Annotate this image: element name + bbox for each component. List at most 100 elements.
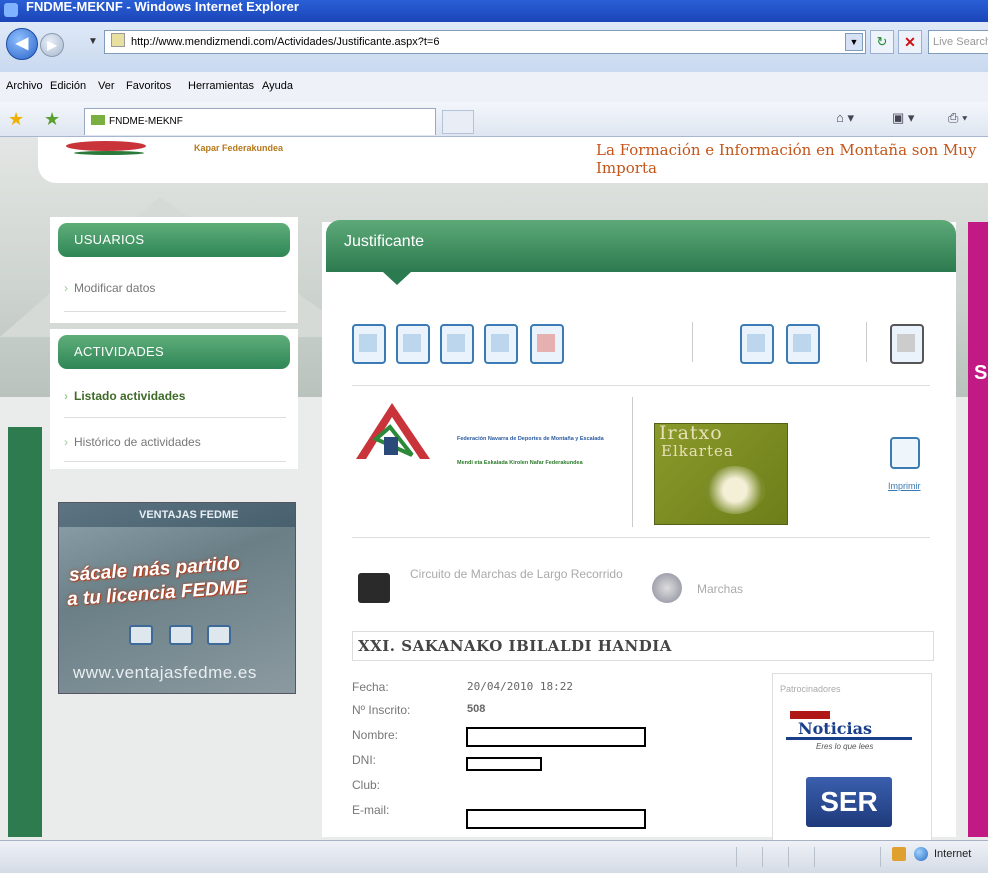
tab-fndme[interactable]: FNDME-MEKNF	[84, 108, 436, 135]
org-name-basque: Kapar Federakundea	[194, 143, 284, 153]
add-favorites-icon[interactable]: ★	[44, 109, 60, 130]
ser-sponsor-logo[interactable]: SER	[806, 777, 892, 827]
toolbar-separator	[692, 322, 693, 362]
address-dropdown-icon[interactable]: ▼	[845, 33, 863, 51]
address-input[interactable]: http://www.mendizmendi.com/Actividades/J…	[104, 30, 866, 54]
divider	[64, 461, 286, 462]
actividades-panel: ACTIVIDADES › Listado actividades › Histór…	[50, 329, 298, 469]
inscrito-label: Nº Inscrito:	[352, 703, 411, 717]
shield-icon	[129, 625, 153, 645]
card-icon	[169, 625, 193, 645]
federation-name-eu: Mendi eta Eskalada Kirolen Nafar Federak…	[457, 460, 583, 466]
recent-pages-dropdown-icon[interactable]: ▼	[88, 36, 98, 47]
fecha-value: 20/04/2010 18:22	[467, 680, 573, 693]
divider	[64, 417, 286, 418]
edit-document-icon[interactable]	[530, 324, 564, 364]
ventajas-fedme-banner[interactable]: VENTAJAS FEDME sácale más partido a tu l…	[58, 502, 296, 694]
favorites-star-icon[interactable]: ★	[8, 109, 24, 130]
header-pointer	[383, 272, 411, 285]
email-icon[interactable]	[786, 324, 820, 364]
new-tab-button[interactable]	[442, 110, 474, 134]
inscrito-value: 508	[467, 703, 486, 715]
fecha-label: Fecha:	[352, 680, 389, 694]
print-toolbar-icon[interactable]: ⎙ ▾	[948, 110, 967, 126]
web-icon[interactable]	[740, 324, 774, 364]
toolbar-separator	[866, 322, 867, 362]
menu-edicion[interactable]: Edición	[50, 80, 86, 92]
dni-redacted-value	[466, 757, 542, 771]
banner-header-text: VENTAJAS FEDME	[139, 509, 239, 521]
status-bar	[0, 840, 988, 873]
site-logo	[66, 141, 146, 151]
menu-archivo[interactable]: Archivo	[6, 80, 43, 92]
site-logo-accent	[74, 151, 144, 155]
document-list-icon[interactable]	[396, 324, 430, 364]
federation-logo	[356, 403, 430, 459]
left-accent-strip	[8, 427, 42, 837]
page-title: Justificante	[344, 233, 425, 250]
sidebar-item-modificar-datos[interactable]: › Modificar datos	[64, 281, 155, 295]
menu-ver[interactable]: Ver	[98, 80, 115, 92]
window-titlebar: FNDME-MEKNF - Windows Internet Explorer	[0, 0, 988, 22]
banner-url: www.ventajasfedme.es	[73, 663, 257, 682]
pen-close-icon[interactable]	[890, 324, 924, 364]
sidebar-item-listado-actividades[interactable]: › Listado actividades	[64, 389, 185, 403]
page-icon	[111, 33, 125, 47]
club-label: Club:	[352, 778, 381, 792]
feeds-icon[interactable]: ▣ ▾	[892, 110, 914, 126]
nombre-redacted-value	[466, 727, 646, 747]
home-icon[interactable]: ⌂ ▾	[836, 110, 854, 126]
zone-label: Internet	[934, 848, 972, 860]
forward-button[interactable]: ▶	[40, 33, 64, 57]
logo-separator	[632, 397, 633, 527]
tab-label: FNDME-MEKNF	[109, 116, 183, 127]
menu-herramientas[interactable]: Herramientas	[188, 80, 254, 92]
noticias-sponsor-logo[interactable]: Noticias Eres lo que lees	[786, 709, 912, 759]
usuarios-panel: USUARIOS › Modificar datos	[50, 217, 298, 323]
print-link[interactable]: Imprimir	[888, 481, 921, 491]
security-zone-icon[interactable]	[892, 847, 906, 861]
globe-icon	[914, 847, 928, 861]
dni-label: DNI:	[352, 753, 376, 767]
email-label: E-mail:	[352, 803, 390, 817]
marchas-label: Marchas	[697, 582, 744, 596]
usuarios-heading: USUARIOS	[58, 223, 290, 257]
stop-button[interactable]: ✕	[898, 30, 922, 54]
circuit-label: Circuito de Marchas de Largo Recorrido	[410, 567, 623, 581]
banner-header: VENTAJAS FEDME	[59, 503, 295, 527]
menu-ayuda[interactable]: Ayuda	[262, 80, 293, 92]
favorites-bar: ★ ★ FNDME-MEKNF ⌂ ▾ ▣ ▾ ⎙ ▾	[0, 102, 988, 137]
iratxo-logo: Iratxo Elkartea	[654, 423, 788, 525]
site-slogan: La Formación e Información en Montaña so…	[596, 141, 977, 177]
sidebar-item-historico[interactable]: › Histórico de actividades	[64, 435, 201, 449]
printer-icon[interactable]	[890, 437, 920, 469]
web-page: Kapar Federakundea La Formación e Inform…	[0, 137, 988, 840]
sponsors-label: Patrocinadores	[780, 684, 841, 694]
back-button[interactable]: ◀	[6, 28, 38, 60]
site-favicon-icon	[91, 115, 105, 125]
divider	[352, 385, 930, 386]
sidebar-item-label: Listado actividades	[74, 389, 186, 403]
sidebar-item-label: Histórico de actividades	[74, 435, 201, 449]
hiker-icon	[358, 573, 390, 603]
window-title: FNDME-MEKNF - Windows Internet Explorer	[26, 0, 299, 14]
refresh-button[interactable]: ↻	[870, 30, 894, 54]
menu-favoritos[interactable]: Favoritos	[126, 80, 171, 92]
ok-image-icon[interactable]	[440, 324, 474, 364]
noticias-tagline: Eres lo que lees	[816, 742, 874, 751]
nombre-label: Nombre:	[352, 728, 399, 742]
search-input[interactable]: Live Search	[928, 30, 988, 54]
actividades-heading: ACTIVIDADES	[58, 335, 290, 369]
document-icon	[207, 625, 231, 645]
iratxo-logo-subtext: Elkartea	[661, 442, 734, 460]
sidebar-item-label: Modificar datos	[74, 281, 156, 295]
edelweiss-icon	[705, 466, 765, 514]
book-icon[interactable]	[352, 324, 386, 364]
noticias-logo-text: Noticias	[798, 719, 872, 738]
address-url-text: http://www.mendizmendi.com/Actividades/J…	[131, 36, 440, 48]
save-icon[interactable]	[484, 324, 518, 364]
marchas-icon	[652, 573, 682, 603]
federation-name-es: Federación Navarra de Deportes de Montañ…	[457, 436, 604, 442]
divider	[64, 311, 286, 312]
right-ad-strip: S	[968, 222, 988, 837]
